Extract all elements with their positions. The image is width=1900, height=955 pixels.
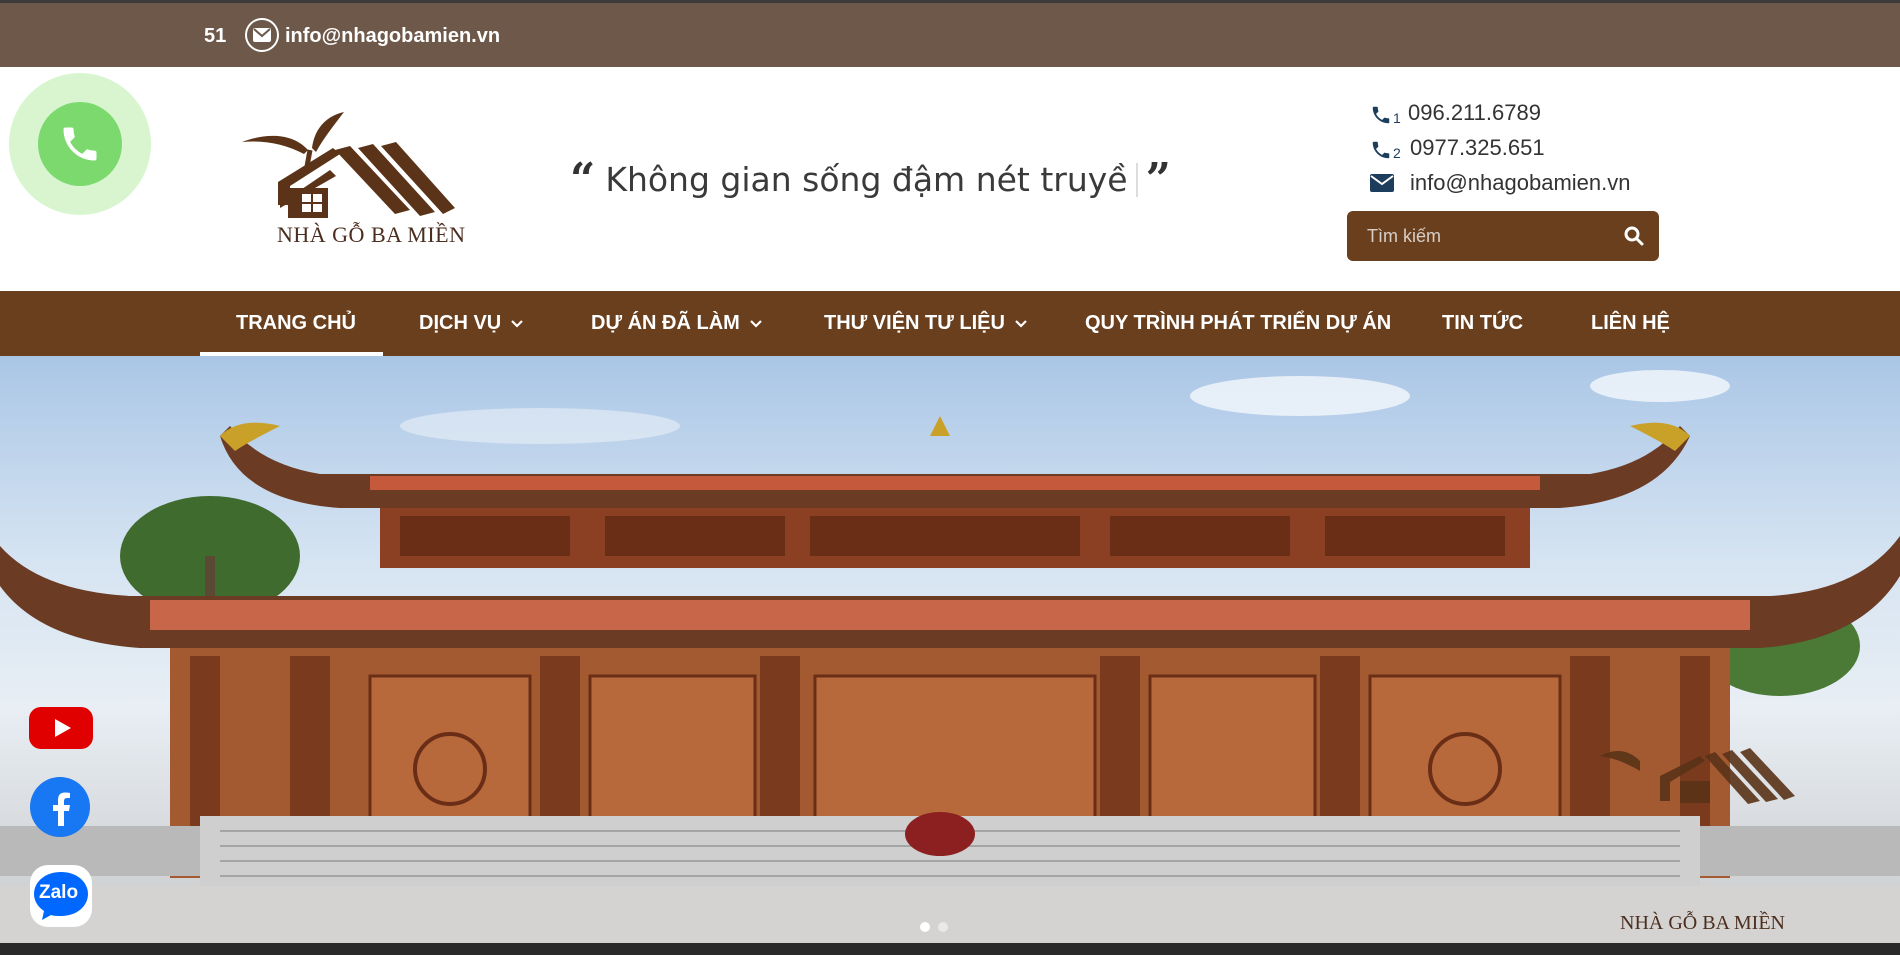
youtube-button[interactable] <box>29 695 93 759</box>
phone-number[interactable]: 096.211.6789 <box>1408 100 1541 126</box>
facebook-icon <box>30 777 90 837</box>
nav-item-news[interactable]: TIN TỨC <box>1442 291 1523 356</box>
quote-close-icon: ” <box>1145 153 1171 205</box>
call-button[interactable] <box>38 102 122 186</box>
search-icon <box>1624 226 1644 246</box>
slogan-text: Không gian sống đậm nét truyề <box>605 160 1128 199</box>
top-bar: 51 info@nhagobamien.vn <box>0 0 1900 67</box>
phone-index: 1 <box>1393 110 1401 126</box>
nav-item-label: DỰ ÁN ĐÃ LÀM <box>591 312 740 334</box>
nav-item-label: TIN TỨC <box>1442 312 1524 334</box>
nav-item-library[interactable]: THƯ VIỆN TƯ LIỆU <box>824 291 1027 356</box>
phone-index: 2 <box>1393 145 1401 161</box>
mail-icon <box>245 18 279 52</box>
nav-item-projects[interactable]: DỰ ÁN ĐÃ LÀM <box>591 291 762 356</box>
search-button[interactable] <box>1609 211 1659 261</box>
hero-image <box>0 370 1900 943</box>
chevron-down-icon <box>750 319 762 328</box>
main-nav: TRANG CHỦ DỊCH VỤ DỰ ÁN ĐÃ LÀM THƯ VIỆN … <box>0 291 1900 356</box>
nav-item-services[interactable]: DỊCH VỤ <box>419 291 524 356</box>
nav-item-label: QUY TRÌNH PHÁT TRIỂN DỰ ÁN <box>1085 312 1392 334</box>
nav-item-contact[interactable]: LIÊN HỆ <box>1591 291 1670 356</box>
search-bar <box>1347 211 1659 261</box>
chevron-down-icon <box>1015 319 1027 328</box>
zalo-label: Zalo <box>39 882 79 903</box>
email-text[interactable]: info@nhagobamien.vn <box>1410 170 1630 196</box>
quote-open-icon: “ <box>570 153 596 205</box>
slider-dot[interactable] <box>938 922 948 932</box>
hero-watermark-text: NHÀ GỖ BA MIỀN <box>1620 912 1785 934</box>
phone-icon <box>63 127 97 161</box>
zalo-button[interactable]: Zalo <box>29 864 93 928</box>
slogan: “ Không gian sống đậm nét truyề ” <box>570 153 1171 205</box>
typing-caret <box>1135 162 1138 197</box>
phone-number[interactable]: 0977.325.651 <box>1410 135 1545 161</box>
nav-item-home[interactable]: TRANG CHỦ <box>236 291 356 356</box>
contact-email[interactable]: info@nhagobamien.vn <box>1370 170 1630 196</box>
facebook-button[interactable] <box>29 776 93 840</box>
bottom-edge <box>0 943 1900 955</box>
nav-item-label: LIÊN HỆ <box>1591 312 1670 334</box>
search-input[interactable] <box>1347 211 1609 261</box>
hero-slider: NHÀ GỖ BA MIỀN <box>0 356 1900 943</box>
nav-item-label: DỊCH VỤ <box>419 312 502 334</box>
nav-item-label: THƯ VIỆN TƯ LIỆU <box>824 312 1005 334</box>
topbar-email[interactable]: info@nhagobamien.vn <box>285 25 500 48</box>
slider-dot-active[interactable] <box>920 922 930 932</box>
youtube-icon <box>29 707 93 749</box>
chevron-down-icon <box>511 319 524 328</box>
topbar-phone-text[interactable]: 51 <box>204 25 226 48</box>
nav-item-process[interactable]: QUY TRÌNH PHÁT TRIỂN DỰ ÁN <box>1085 291 1391 356</box>
envelope-icon <box>1370 174 1410 192</box>
phone-icon: 1 <box>1370 100 1408 126</box>
slider-dots <box>920 922 948 932</box>
logo-text: NHÀ GỖ BA MIỀN <box>277 222 466 247</box>
contact-phone-2[interactable]: 2 0977.325.651 <box>1370 135 1545 161</box>
phone-icon: 2 <box>1370 135 1410 161</box>
nav-item-label: TRANG CHỦ <box>236 312 356 334</box>
contact-phone-1[interactable]: 1 096.211.6789 <box>1370 100 1541 126</box>
